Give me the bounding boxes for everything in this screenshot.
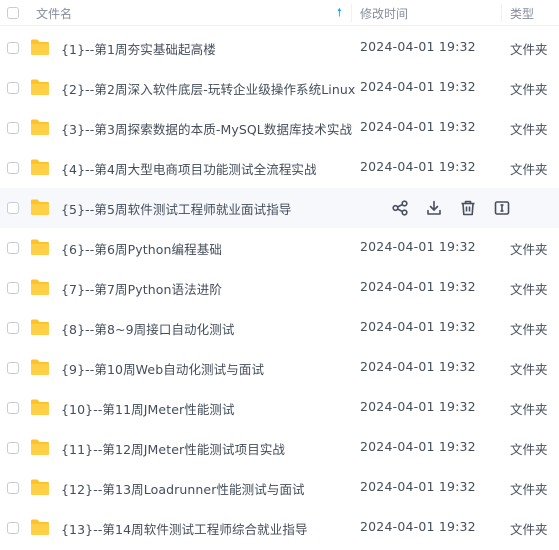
row-checkbox[interactable] <box>7 402 19 414</box>
folder-name[interactable]: {2}--第2周深入软件底层-玩转企业级操作系统Linux <box>61 79 355 98</box>
select-all-checkbox[interactable] <box>7 7 19 19</box>
modified-time: 2024-04-01 19:32 <box>360 119 476 134</box>
folder-icon <box>30 158 50 176</box>
file-type: 文件夹 <box>510 242 548 257</box>
folder-row[interactable]: {7}--第7周Python语法进阶 2024-04-01 19:32 文件夹 <box>0 268 559 308</box>
file-list-header: 文件名 🠕 修改时间 类型 <box>0 0 559 26</box>
modified-time: 2024-04-01 19:32 <box>360 519 476 534</box>
folder-name[interactable]: {11}--第12周JMeter性能测试项目实战 <box>61 439 285 458</box>
folder-name[interactable]: {12}--第13周Loadrunner性能测试与面试 <box>61 479 305 498</box>
modified-time: 2024-04-01 19:32 <box>360 359 476 374</box>
folder-icon <box>30 278 50 296</box>
column-header-type[interactable]: 类型 <box>510 5 534 22</box>
row-checkbox[interactable] <box>7 42 19 54</box>
folder-row[interactable]: {1}--第1周夯实基础起高楼 2024-04-01 19:32 文件夹 <box>0 28 559 68</box>
row-checkbox[interactable] <box>7 282 19 294</box>
folder-icon <box>30 238 50 256</box>
row-checkbox[interactable] <box>7 202 19 214</box>
folder-icon <box>30 78 50 96</box>
modified-time: 2024-04-01 19:32 <box>360 159 476 174</box>
column-header-name[interactable]: 文件名 <box>36 5 72 22</box>
folder-icon <box>30 118 50 136</box>
modified-time: 2024-04-01 19:32 <box>360 279 476 294</box>
folder-icon <box>30 318 50 336</box>
folder-name[interactable]: {1}--第1周夯实基础起高楼 <box>61 39 216 58</box>
row-checkbox[interactable] <box>7 122 19 134</box>
file-type: 文件夹 <box>510 522 548 537</box>
folder-icon <box>30 198 50 216</box>
folder-name[interactable]: {6}--第6周Python编程基础 <box>61 239 222 258</box>
folder-row[interactable]: {8}--第8~9周接口自动化测试 2024-04-01 19:32 文件夹 <box>0 308 559 348</box>
file-type: 文件夹 <box>510 362 548 377</box>
folder-name[interactable]: {8}--第8~9周接口自动化测试 <box>61 319 234 338</box>
row-checkbox[interactable] <box>7 442 19 454</box>
file-type: 文件夹 <box>510 282 548 297</box>
folder-row[interactable]: {6}--第6周Python编程基础 2024-04-01 19:32 文件夹 <box>0 228 559 268</box>
column-header-time[interactable]: 修改时间 <box>360 5 408 22</box>
folder-name[interactable]: {7}--第7周Python语法进阶 <box>61 279 222 298</box>
folder-name[interactable]: {13}--第14周软件测试工程师综合就业指导 <box>61 519 308 538</box>
file-type: 文件夹 <box>510 322 548 337</box>
folder-row[interactable]: {9}--第10周Web自动化测试与面试 2024-04-01 19:32 文件夹 <box>0 348 559 388</box>
modified-time: 2024-04-01 19:32 <box>360 439 476 454</box>
folder-icon <box>30 518 50 536</box>
row-checkbox[interactable] <box>7 162 19 174</box>
folder-icon <box>30 358 50 376</box>
file-type: 文件夹 <box>510 42 548 57</box>
folder-row[interactable]: {3}--第3周探索数据的本质-MySQL数据库技术实战 2024-04-01 1… <box>0 108 559 148</box>
folder-icon <box>30 38 50 56</box>
share-icon[interactable] <box>391 199 409 217</box>
column-divider[interactable] <box>501 4 502 22</box>
file-type: 文件夹 <box>510 162 548 177</box>
row-checkbox[interactable] <box>7 482 19 494</box>
folder-row[interactable]: {4}--第4周大型电商项目功能测试全流程实战 2024-04-01 19:32 文… <box>0 148 559 188</box>
folder-icon <box>30 398 50 416</box>
folder-name[interactable]: {5}--第5周软件测试工程师就业面试指导 <box>61 199 291 218</box>
folder-name[interactable]: {4}--第4周大型电商项目功能测试全流程实战 <box>61 159 317 178</box>
arrow-up-icon[interactable]: 🠕 <box>337 4 342 23</box>
folder-name[interactable]: {10}--第11周JMeter性能测试 <box>61 399 235 418</box>
row-checkbox[interactable] <box>7 522 19 534</box>
folder-row[interactable]: {12}--第13周Loadrunner性能测试与面试 2024-04-01 19… <box>0 468 559 508</box>
folder-icon <box>30 478 50 496</box>
folder-row[interactable]: {10}--第11周JMeter性能测试 2024-04-01 19:32 文件夹 <box>0 388 559 428</box>
download-icon[interactable] <box>425 199 443 217</box>
modified-time: 2024-04-01 19:32 <box>360 319 476 334</box>
folder-row[interactable]: {11}--第12周JMeter性能测试项目实战 2024-04-01 19:32… <box>0 428 559 468</box>
row-checkbox[interactable] <box>7 242 19 254</box>
folder-row[interactable]: {13}--第14周软件测试工程师综合就业指导 2024-04-01 19:32 文… <box>0 508 559 548</box>
modified-time: 2024-04-01 19:32 <box>360 39 476 54</box>
folder-row[interactable]: {2}--第2周深入软件底层-玩转企业级操作系统Linux 2024-04-01 … <box>0 68 559 108</box>
modified-time: 2024-04-01 19:32 <box>360 239 476 254</box>
delete-icon[interactable] <box>459 199 477 217</box>
file-type: 文件夹 <box>510 402 548 417</box>
folder-name[interactable]: {9}--第10周Web自动化测试与面试 <box>61 359 264 378</box>
folder-row[interactable]: {5}--第5周软件测试工程师就业面试指导 <box>0 188 559 228</box>
modified-time: 2024-04-01 19:32 <box>360 479 476 494</box>
file-type: 文件夹 <box>510 122 548 137</box>
file-type: 文件夹 <box>510 82 548 97</box>
row-checkbox[interactable] <box>7 362 19 374</box>
modified-time: 2024-04-01 19:32 <box>360 79 476 94</box>
file-type: 文件夹 <box>510 442 548 457</box>
folder-name[interactable]: {3}--第3周探索数据的本质-MySQL数据库技术实战 <box>61 119 352 138</box>
row-checkbox[interactable] <box>7 82 19 94</box>
modified-time: 2024-04-01 19:32 <box>360 399 476 414</box>
row-checkbox[interactable] <box>7 322 19 334</box>
folder-icon <box>30 438 50 456</box>
file-type: 文件夹 <box>510 482 548 497</box>
column-divider[interactable] <box>351 4 352 22</box>
rename-icon[interactable] <box>493 199 511 217</box>
